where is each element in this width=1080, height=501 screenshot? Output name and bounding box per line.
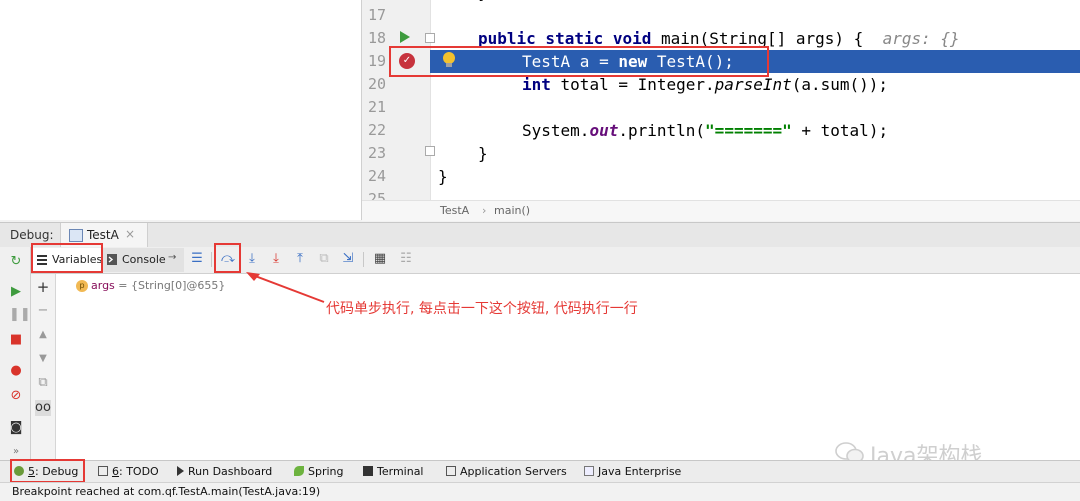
console-icon: [107, 254, 117, 265]
run-to-cursor-icon[interactable]: ⇲: [340, 251, 356, 267]
bug-icon: [14, 466, 24, 476]
frames-list-icon[interactable]: ☰: [189, 251, 205, 267]
code-line-20[interactable]: int total = Integer.parseInt(a.sum());: [362, 73, 1080, 96]
java-enterprise-icon: [584, 466, 594, 476]
annotation-arrow-icon: [246, 272, 325, 303]
resume-icon[interactable]: ▶: [9, 285, 23, 299]
code-line-22[interactable]: System.out.println("=======" + total);: [362, 119, 1080, 142]
spring-leaf-icon: [294, 466, 304, 476]
step-out-icon[interactable]: ⤒: [292, 251, 308, 267]
copy-icon[interactable]: ⧉: [35, 375, 51, 391]
terminal-icon: [363, 466, 373, 476]
variable-row[interactable]: p args = {String[0]@655}: [76, 279, 225, 292]
breadcrumb-class[interactable]: TestA: [440, 201, 469, 221]
session-tab-label: TestA: [87, 228, 119, 242]
tool-terminal[interactable]: Terminal: [363, 463, 424, 481]
toolbar-separator: [363, 252, 364, 267]
evaluate-icon[interactable]: ▦: [372, 251, 388, 267]
lightbulb-icon[interactable]: [443, 52, 455, 67]
debug-toolbar: Variables Console → ☰ ⤼ ⤓ ⤓ ⤒ ⧉ ⇲ ▦ ☷: [31, 247, 1080, 274]
code-line-23[interactable]: }: [362, 142, 1080, 165]
play-icon: [177, 466, 184, 476]
tab-console[interactable]: Console →: [102, 248, 184, 272]
tool-todo[interactable]: 6: TODO: [98, 463, 159, 481]
tool-window-bar: 5: Debug 6: TODO Run Dashboard Spring Te…: [0, 460, 1080, 483]
code-line-16[interactable]: }: [362, 0, 1080, 4]
server-icon: [446, 466, 456, 476]
tool-run-dashboard[interactable]: Run Dashboard: [177, 463, 272, 481]
more-icon[interactable]: »: [9, 445, 23, 459]
breadcrumb: TestA › main(): [362, 200, 1080, 221]
run-arrow-icon[interactable]: [400, 31, 410, 43]
rerun-icon[interactable]: ↻: [9, 255, 23, 269]
tool-application-servers[interactable]: Application Servers: [446, 463, 567, 481]
fold-marker-icon[interactable]: [425, 146, 435, 156]
todo-icon: [98, 466, 108, 476]
force-step-into-icon[interactable]: ⤓: [268, 251, 284, 267]
debug-label: Debug:: [10, 228, 54, 242]
breadcrumb-separator-icon: ›: [482, 204, 487, 217]
toolbar-separator: [211, 252, 212, 267]
parameter-hint: args: {}: [882, 29, 960, 48]
drop-frame-icon[interactable]: ⧉: [316, 251, 332, 267]
code-line-24[interactable]: }: [362, 165, 1080, 188]
tool-java-enterprise[interactable]: Java Enterprise: [584, 463, 681, 481]
add-watch-icon[interactable]: +: [35, 279, 51, 295]
annotation-text: 代码单步执行, 每点击一下这个按钮, 代码执行一行: [326, 301, 638, 317]
line-number: 19: [367, 52, 386, 70]
close-icon[interactable]: ×: [125, 227, 135, 241]
step-over-icon[interactable]: ⤼: [220, 251, 236, 267]
pause-icon[interactable]: ❚❚: [9, 308, 31, 322]
status-bar: Breakpoint reached at com.qf.TestA.main(…: [0, 482, 1080, 501]
move-up-icon[interactable]: ▲: [35, 327, 51, 343]
tab-debug-session[interactable]: TestA ×: [60, 223, 148, 247]
remove-watch-icon[interactable]: −: [35, 303, 51, 319]
view-breakpoints-icon[interactable]: ●: [9, 364, 23, 378]
project-panel-blank: [0, 0, 362, 220]
fold-marker-icon[interactable]: [425, 33, 435, 43]
tab-console-label: Console: [122, 253, 166, 266]
trace-icon[interactable]: ☷: [398, 251, 414, 267]
list-icon: [37, 255, 47, 265]
status-text: Breakpoint reached at com.qf.TestA.main(…: [12, 485, 321, 498]
camera-icon[interactable]: ◙: [9, 421, 23, 435]
variables-side-toolbar: + − ▲ ▼ ⧉ oo: [31, 274, 56, 460]
code-line-18[interactable]: public static void main(String[] args) {…: [362, 27, 1080, 50]
step-into-icon[interactable]: ⤓: [244, 251, 260, 267]
tab-variables-label: Variables: [52, 253, 103, 266]
variable-value: = {String[0]@655}: [118, 279, 226, 292]
breadcrumb-method[interactable]: main(): [494, 201, 530, 221]
parameter-badge: p: [76, 280, 88, 292]
debug-left-toolbar: ↻ ▶ ❚❚ ■ ● ⊘ ◙ »: [0, 247, 31, 460]
stop-icon[interactable]: ■: [9, 333, 23, 347]
debug-header: Debug: TestA ×: [0, 222, 1080, 248]
mute-breakpoints-icon[interactable]: ⊘: [9, 389, 23, 403]
breakpoint-icon[interactable]: ✓: [399, 53, 415, 69]
variable-name: args: [91, 279, 115, 292]
code-line-19-current[interactable]: TestA a = new TestA();: [430, 50, 1080, 73]
move-down-icon[interactable]: ▼: [35, 351, 51, 367]
app-icon: [69, 229, 83, 242]
tool-debug[interactable]: 5: Debug: [14, 463, 78, 481]
pin-arrow-icon[interactable]: →: [168, 252, 176, 263]
tab-variables[interactable]: Variables: [32, 248, 102, 272]
tool-spring[interactable]: Spring: [294, 463, 344, 481]
code-editor[interactable]: 17 18 19 20 21 22 23 24 25 } public stat…: [362, 0, 1080, 200]
glasses-icon[interactable]: oo: [35, 400, 51, 416]
